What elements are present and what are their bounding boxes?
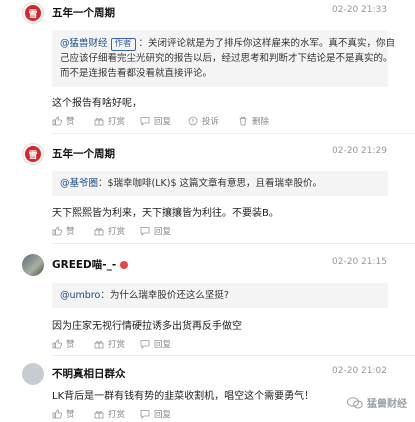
comment-4: 不明真相日群众 02-20 21:02 LK背后是一群有钱有势的韭菜收割机，唱空… — [0, 356, 415, 420]
quote-text: ：关闭评论就是为了排斥你这样雇来的水军。真不真实，你自 — [138, 38, 396, 49]
tip-label: 打赏 — [108, 410, 126, 420]
avatar-logo: 雪 — [25, 146, 41, 162]
quoted-user-link[interactable]: @基爷圈 — [60, 178, 98, 189]
tip-label: 打赏 — [108, 227, 126, 237]
gift-icon — [94, 227, 104, 236]
thumbs-up-icon — [52, 116, 62, 126]
comment-icon — [140, 410, 150, 419]
comment-text: 这个报告有啥好呢， — [52, 98, 142, 109]
tip-label: 打赏 — [108, 340, 126, 350]
delete-label: 删除 — [252, 117, 270, 127]
timestamp: 02-20 21:15 — [332, 257, 387, 267]
quoted-user-link[interactable]: @umbro — [60, 290, 100, 301]
comment-icon — [140, 117, 150, 126]
username[interactable]: 五年一个周期 — [52, 5, 115, 20]
comment-2: 雪 五年一个周期 02-20 21:29 @基爷圈：$瑞幸咖啡(LK)$ 这篇文… — [0, 134, 415, 244]
comment-text: 天下熙熙皆为利来，天下攘攘皆为利往。不要装B。 — [52, 208, 279, 219]
avatar[interactable] — [22, 363, 44, 385]
like-button[interactable]: 赞 — [52, 408, 75, 420]
quote-line-2: 己应该仔细看完尘光研究的报告以后，经过思考和判断才下结论是不是真实的。 — [60, 53, 393, 64]
reply-button[interactable]: 回复 — [140, 338, 171, 350]
avatar[interactable]: 雪 — [22, 2, 44, 24]
watermark: 猛兽财经 — [347, 395, 407, 410]
timestamp: 02-20 21:29 — [332, 146, 387, 156]
reply-button[interactable]: 回复 — [140, 408, 171, 420]
comment-text: 因为庄家无视行情硬拉诱多出货再反手做空 — [52, 321, 242, 332]
quote-text: ：为什么瑞幸股价还这么坚挺? — [100, 290, 229, 301]
comment-icon — [140, 227, 150, 236]
reply-label: 回复 — [154, 340, 172, 350]
username[interactable]: GREED喵-_- — [52, 257, 129, 272]
reply-label: 回复 — [154, 117, 172, 127]
reply-label: 回复 — [154, 227, 172, 237]
tip-button[interactable]: 打赏 — [94, 225, 125, 237]
quoted-comment: @猛兽财经 作者 ：关闭评论就是为了排斥你这样雇来的水军。真不真实，你自 己应该仔细… — [52, 30, 395, 87]
reply-button[interactable]: 回复 — [140, 225, 171, 237]
like-label: 赞 — [66, 340, 75, 350]
username-text: GREED喵-_- — [52, 259, 117, 271]
quote-line-1: @基爷圈：$瑞幸咖啡(LK)$ 这篇文章有意思，且看瑞幸股价。 — [60, 176, 380, 191]
tip-button[interactable]: 打赏 — [94, 115, 125, 127]
trash-icon — [239, 116, 247, 126]
quoted-comment: @umbro：为什么瑞幸股价还这么坚挺? — [52, 283, 388, 308]
comment-1: 雪 五年一个周期 02-20 21:33 @猛兽财经 作者 ：关闭评论就是为了排斥你… — [0, 0, 415, 134]
thumbs-up-icon — [52, 226, 62, 236]
timestamp: 02-20 21:02 — [332, 366, 387, 376]
thumbs-up-icon — [52, 409, 62, 419]
tip-button[interactable]: 打赏 — [94, 408, 125, 420]
quote-line-3: 而不是连报告看都没看就直接评论。 — [60, 68, 213, 79]
delete-button[interactable]: 删除 — [238, 115, 269, 127]
watermark-text: 猛兽财经 — [367, 399, 407, 410]
like-button[interactable]: 赞 — [52, 115, 75, 127]
username[interactable]: 不明真相日群众 — [52, 366, 126, 381]
comment-icon — [140, 340, 150, 349]
quote-line-1: @umbro：为什么瑞幸股价还这么坚挺? — [60, 288, 380, 303]
like-label: 赞 — [66, 227, 75, 237]
timestamp: 02-20 21:33 — [332, 5, 387, 15]
avatar-logo: 雪 — [25, 5, 41, 21]
quote-line-1: @猛兽财经 作者 ：关闭评论就是为了排斥你这样雇来的水军。真不真实，你自 — [60, 36, 395, 51]
quoted-comment: @基爷圈：$瑞幸咖啡(LK)$ 这篇文章有意思，且看瑞幸股价。 — [52, 171, 388, 196]
reply-label: 回复 — [154, 410, 172, 420]
comment-3: GREED喵-_- 02-20 21:15 @umbro：为什么瑞幸股价还这么坚… — [0, 244, 415, 356]
warning-icon — [188, 116, 198, 126]
comment-text: LK背后是一群有钱有势的韭菜收割机，唱空这个需要勇气！ — [52, 391, 315, 402]
avatar[interactable] — [22, 254, 44, 276]
tip-button[interactable]: 打赏 — [94, 338, 125, 350]
report-button[interactable]: 投诉 — [188, 115, 219, 127]
like-button[interactable]: 赞 — [52, 338, 75, 350]
avatar[interactable]: 雪 — [22, 143, 44, 165]
like-label: 赞 — [66, 117, 75, 127]
gift-icon — [94, 410, 104, 419]
like-button[interactable]: 赞 — [52, 225, 75, 237]
wechat-icon — [347, 396, 363, 408]
report-label: 投诉 — [202, 117, 220, 127]
username[interactable]: 五年一个周期 — [52, 146, 115, 161]
like-label: 赞 — [66, 410, 75, 420]
verified-badge-icon — [120, 261, 129, 269]
thumbs-up-icon — [52, 339, 62, 349]
quote-text: ：$瑞幸咖啡(LK)$ 这篇文章有意思，且看瑞幸股价。 — [98, 178, 323, 189]
author-badge: 作者 — [110, 38, 136, 51]
gift-icon — [94, 117, 104, 126]
gift-icon — [94, 340, 104, 349]
tip-label: 打赏 — [108, 117, 126, 127]
quoted-user-link[interactable]: @猛兽财经 — [60, 38, 108, 49]
reply-button[interactable]: 回复 — [140, 115, 171, 127]
